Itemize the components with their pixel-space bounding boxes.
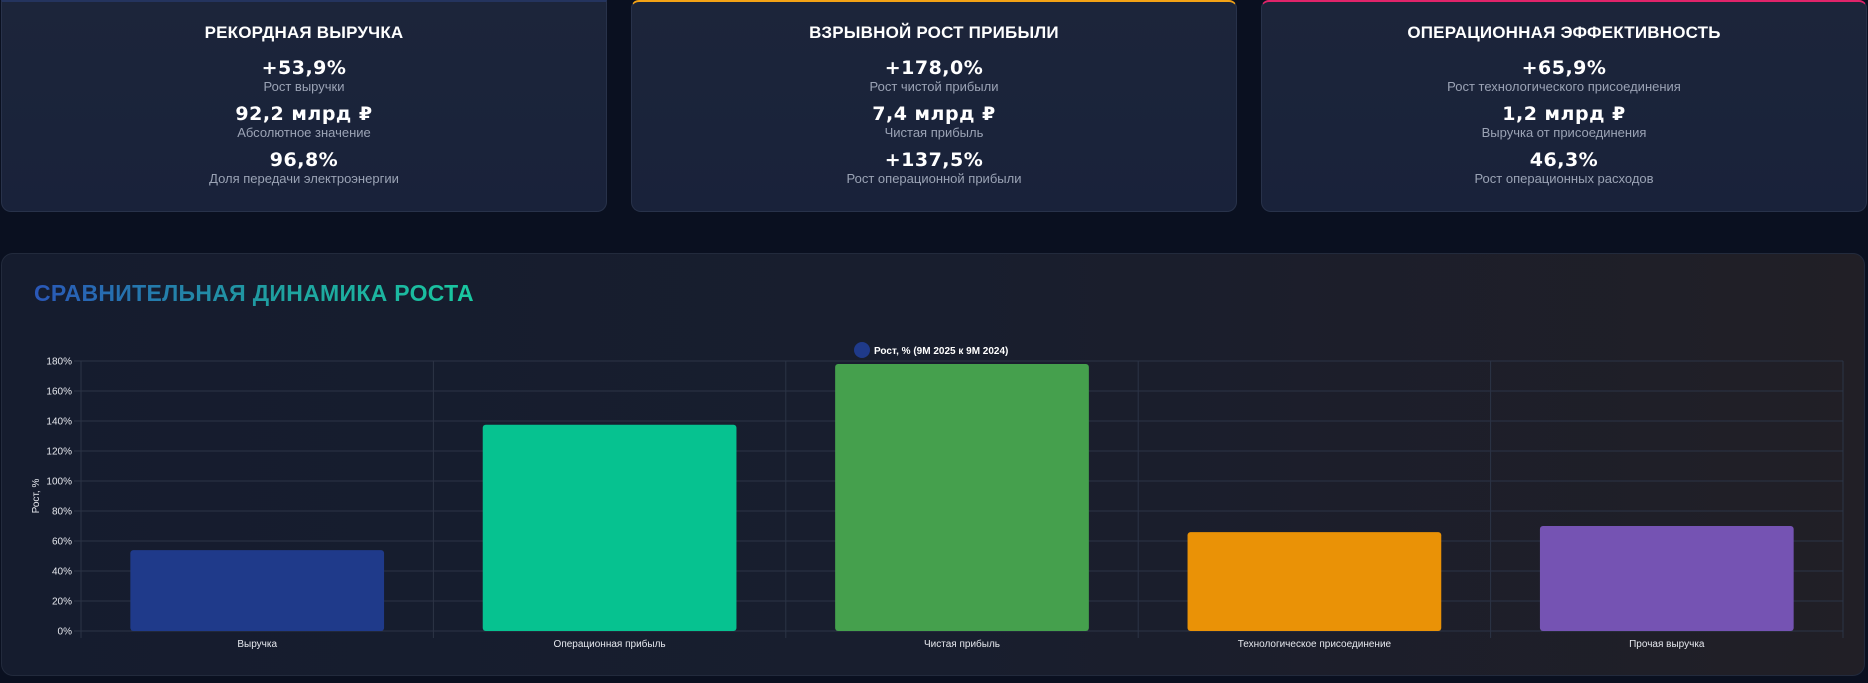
metric-value: 7,4 млрд ₽ bbox=[872, 103, 996, 125]
metric-value: 96,8% bbox=[269, 149, 339, 171]
y-tick-label: 60% bbox=[52, 537, 72, 548]
card-title: ОПЕРАЦИОННАЯ ЭФФЕКТИВНОСТЬ bbox=[1407, 23, 1721, 42]
y-tick-label: 80% bbox=[52, 507, 72, 518]
bar bbox=[1187, 532, 1442, 631]
y-tick-label: 20% bbox=[52, 597, 72, 608]
y-tick-label: 180% bbox=[46, 357, 72, 368]
legend-marker bbox=[854, 342, 870, 358]
metric-value: +53,9% bbox=[261, 57, 347, 79]
metric-value: 92,2 млрд ₽ bbox=[235, 103, 373, 125]
x-tick-label: Чистая прибыль bbox=[924, 638, 1000, 650]
x-tick-label: Прочая выручка bbox=[1629, 639, 1705, 650]
metric-label: Доля передачи электроэнергии bbox=[209, 171, 399, 186]
bar bbox=[835, 364, 1089, 631]
kpi-card-efficiency: ОПЕРАЦИОННАЯ ЭФФЕКТИВНОСТЬ +65,9% Рост т… bbox=[1261, 0, 1867, 212]
metric: +178,0% Рост чистой прибыли bbox=[632, 57, 1236, 94]
kpi-card-revenue: РЕКОРДНАЯ ВЫРУЧКА +53,9% Рост выручки 92… bbox=[1, 0, 607, 212]
y-tick-label: 0% bbox=[58, 627, 73, 638]
metric-label: Рост операционной прибыли bbox=[846, 171, 1022, 186]
metric-label: Рост операционных расходов bbox=[1474, 171, 1654, 186]
metric: 1,2 млрд ₽ Выручка от присоединения bbox=[1262, 103, 1866, 140]
bar bbox=[482, 424, 737, 631]
metric-label: Выручка от присоединения bbox=[1481, 125, 1647, 140]
growth-chart-panel: СРАВНИТЕЛЬНАЯ ДИНАМИКА РОСТА 0% 20% 40% 60%… bbox=[1, 253, 1865, 676]
y-tick-label: 140% bbox=[46, 417, 72, 428]
kpi-card-profit: ВЗРЫВНОЙ РОСТ ПРИБЫЛИ +178,0% Рост чисто… bbox=[631, 0, 1237, 212]
metric-label: Чистая прибыль bbox=[884, 125, 984, 140]
metric: 7,4 млрд ₽ Чистая прибыль bbox=[632, 103, 1236, 140]
legend-label: Рост, % (9М 2025 к 9М 2024) bbox=[874, 346, 1008, 357]
card-title: РЕКОРДНАЯ ВЫРУЧКА bbox=[204, 23, 404, 42]
y-tick-label: 160% bbox=[46, 387, 72, 398]
x-tick-label: Технологическое присоединение bbox=[1238, 639, 1392, 650]
metric-label: Абсолютное значение bbox=[237, 125, 371, 140]
metric: 46,3% Рост операционных расходов bbox=[1262, 149, 1866, 186]
metric: +53,9% Рост выручки bbox=[2, 57, 606, 94]
metric-value: 1,2 млрд ₽ bbox=[1502, 103, 1626, 125]
x-tick-label: Операционная прибыль bbox=[554, 638, 666, 650]
y-axis-label: Рост, % bbox=[31, 479, 42, 514]
metric-value: 46,3% bbox=[1529, 149, 1599, 171]
metric: +137,5% Рост операционной прибыли bbox=[632, 149, 1236, 186]
kpi-cards: РЕКОРДНАЯ ВЫРУЧКА +53,9% Рост выручки 92… bbox=[0, 0, 1868, 214]
metric: 96,8% Доля передачи электроэнергии bbox=[2, 149, 606, 186]
metric-value: +137,5% bbox=[884, 149, 984, 171]
metric: 92,2 млрд ₽ Абсолютное значение bbox=[2, 103, 606, 140]
x-tick-label: Выручка bbox=[237, 639, 277, 650]
metric-value: +178,0% bbox=[884, 57, 984, 79]
growth-bar-chart: 0% 20% 40% 60% 80% 100% 120% 140% 160% 180% Выручк… bbox=[31, 342, 1844, 650]
metric-label: Рост технологического присоединения bbox=[1447, 79, 1681, 94]
metric-label: Рост чистой прибыли bbox=[869, 79, 999, 94]
card-title: ВЗРЫВНОЙ РОСТ ПРИБЫЛИ bbox=[809, 23, 1059, 42]
y-tick-label: 120% bbox=[46, 447, 72, 458]
y-tick-label: 100% bbox=[46, 477, 72, 488]
y-tick-label: 40% bbox=[52, 567, 72, 578]
metric-label: Рост выручки bbox=[263, 79, 345, 94]
metric-value: +65,9% bbox=[1521, 57, 1607, 79]
metric: +65,9% Рост технологического присоединен… bbox=[1262, 57, 1866, 94]
bar bbox=[1539, 526, 1794, 631]
bar bbox=[130, 550, 385, 631]
